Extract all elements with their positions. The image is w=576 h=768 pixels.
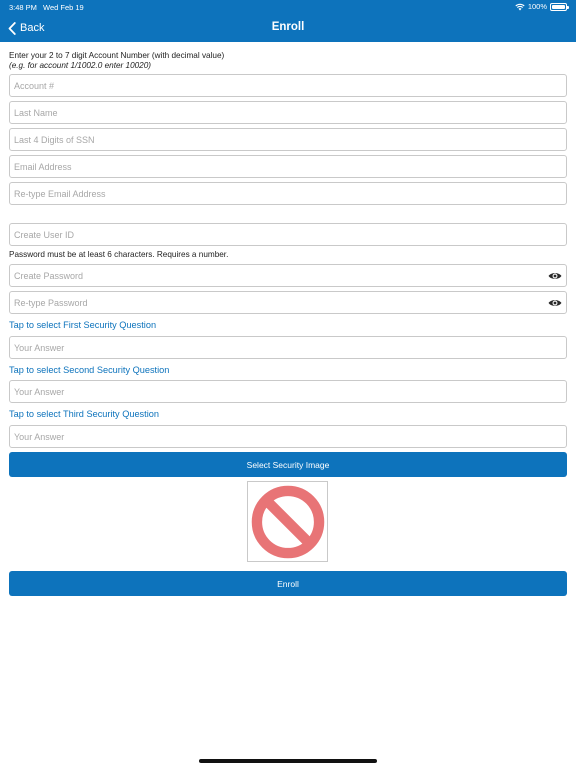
battery-icon <box>550 2 569 11</box>
answer3-field[interactable] <box>9 425 567 448</box>
answer2-field[interactable] <box>9 380 567 403</box>
battery-percent: 100% <box>527 2 547 11</box>
instructions-example: (e.g. for account 1/1002.0 enter 10020) <box>9 61 152 70</box>
enroll-button[interactable]: Enroll <box>9 571 567 596</box>
password-field[interactable] <box>9 264 567 287</box>
ssn-input[interactable] <box>10 129 566 150</box>
ssn-field[interactable] <box>9 128 567 151</box>
user-id-field[interactable] <box>9 223 567 246</box>
account-number-input[interactable] <box>10 75 566 96</box>
home-indicator <box>199 759 377 763</box>
status-date: Wed Feb 19 <box>43 3 84 12</box>
last-name-input[interactable] <box>10 102 566 123</box>
email-confirm-field[interactable] <box>9 182 567 205</box>
wifi-icon <box>515 3 525 10</box>
answer3-input[interactable] <box>10 426 566 447</box>
eye-icon[interactable] <box>548 271 562 281</box>
third-security-question-link[interactable]: Tap to select Third Security Question <box>9 409 159 419</box>
status-time: 3:48 PM <box>9 3 37 12</box>
answer1-input[interactable] <box>10 337 566 358</box>
email-field[interactable] <box>9 155 567 178</box>
password-input[interactable] <box>10 265 566 286</box>
last-name-field[interactable] <box>9 101 567 124</box>
eye-icon[interactable] <box>548 298 562 308</box>
page-title: Enroll <box>271 21 305 33</box>
select-security-image-button[interactable]: Select Security Image <box>9 452 567 477</box>
second-security-question-link[interactable]: Tap to select Second Security Question <box>9 365 169 375</box>
answer2-input[interactable] <box>10 381 566 402</box>
email-confirm-input[interactable] <box>10 183 566 204</box>
password-confirm-input[interactable] <box>10 292 566 313</box>
instructions-line: Enter your 2 to 7 digit Account Number (… <box>9 51 225 60</box>
first-security-question-link[interactable]: Tap to select First Security Question <box>9 320 156 330</box>
top-bar: 3:48 PM Wed Feb 19 100% Back Enroll <box>0 0 576 42</box>
password-hint: Password must be at least 6 characters. … <box>9 250 229 259</box>
no-symbol-icon <box>251 485 324 558</box>
security-image-preview[interactable] <box>247 481 328 562</box>
email-input[interactable] <box>10 156 566 177</box>
account-number-field[interactable] <box>9 74 567 97</box>
password-confirm-field[interactable] <box>9 291 567 314</box>
answer1-field[interactable] <box>9 336 567 359</box>
user-id-input[interactable] <box>10 224 566 245</box>
account-instructions: Enter your 2 to 7 digit Account Number (… <box>9 51 224 71</box>
status-bar: 3:48 PM Wed Feb 19 100% <box>0 0 576 14</box>
status-right: 100% <box>515 2 569 11</box>
